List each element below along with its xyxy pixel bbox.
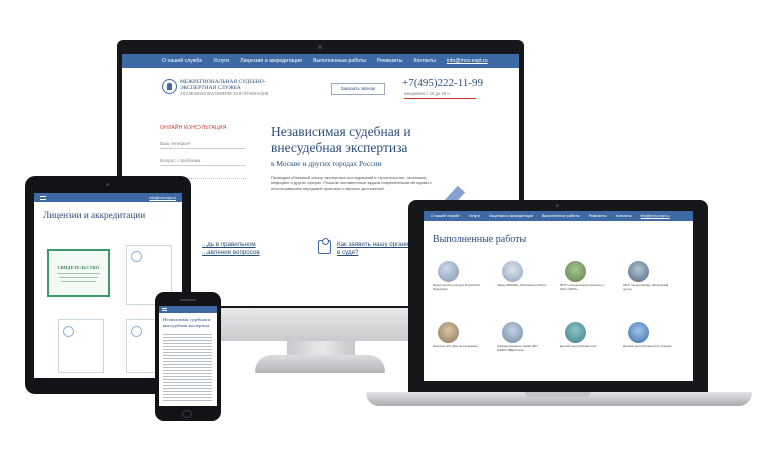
phone-text-block (163, 332, 212, 402)
work-thumbnail[interactable] (502, 261, 523, 282)
nav-item-email[interactable]: info@mcs-expt.ru (447, 58, 488, 64)
licenses-title: Лицензии и аккредитации (43, 210, 146, 220)
work-title[interactable]: Комплекс ЖК «Дом на Сухаревке» (433, 344, 483, 349)
work-thumbnail[interactable] (502, 322, 523, 343)
nav-item-contacts[interactable]: Контакты (413, 58, 435, 64)
certificate-heading: СВИДЕТЕЛЬСТВО (57, 265, 100, 270)
laptop-notch (525, 392, 591, 397)
working-hours: ежедневно с 10 до 19 ч. (404, 91, 451, 96)
tablet-email[interactable]: info@mcs-expt.ru (149, 196, 176, 200)
info-link-1[interactable]: ...дь в правильном ...авлении вопросов (202, 241, 260, 257)
work-title[interactable]: Завод «ВИНОВ», Московская область (497, 283, 547, 288)
certificate-seal-icon (131, 251, 142, 262)
work-title[interactable]: ФГУП «Специальный комплекс» с ОАО «ЭЗОП» (560, 283, 610, 291)
nav-item-licenses[interactable]: Лицензии и аккредитации (240, 58, 302, 64)
certificate-seal-icon (63, 326, 74, 337)
nav-item-about[interactable]: О нашей службе (162, 58, 202, 64)
phone-number[interactable]: +7(495)222-11-99 (402, 77, 483, 89)
header-divider (404, 98, 476, 99)
work-thumbnail[interactable] (628, 322, 649, 343)
phone-speaker-icon (180, 299, 196, 301)
nav-item-email[interactable]: info@mcs-expt.ru (641, 214, 670, 218)
nav-item-licenses[interactable]: Лицензии и аккредитации (489, 214, 533, 218)
laptop-screen: О нашей службе Услуги Лицензии и аккреди… (424, 211, 693, 381)
work-title[interactable]: Административное здание ФКУ ЦЭФЛС МВД Ро… (497, 344, 547, 352)
work-title[interactable]: ГБОУ города Москвы «Московский центр» (623, 283, 677, 291)
monitor-nav: О нашей службе Услуги Лицензии и аккреди… (122, 54, 519, 68)
work-thumbnail[interactable] (438, 261, 459, 282)
hero-title: Независимая судебная и внесудебная экспе… (271, 124, 411, 155)
laptop-nav: О нашей службе Услуги Лицензии и аккреди… (424, 211, 693, 221)
tablet-nav: info@mcs-expt.ru (34, 193, 182, 202)
phone-nav (159, 306, 217, 313)
callback-button[interactable]: Заказать звонок (331, 83, 385, 95)
work-thumbnail[interactable] (565, 322, 586, 343)
phone-screen: Независимая судебная и внесудебная экспе… (159, 306, 217, 406)
works-page-title: Выполненные работы (433, 234, 527, 245)
phone-field[interactable]: Ваш телефон* (160, 141, 246, 149)
certificate-large[interactable]: СВИДЕТЕЛЬСТВО (47, 249, 110, 297)
work-title[interactable]: Детский центр Москва-Сити, Кунцево (623, 344, 677, 349)
work-thumbnail[interactable] (438, 322, 459, 343)
nav-item-requisites[interactable]: Реквизиты (589, 214, 607, 218)
org-name: МЕЖРЕГИОНАЛЬНАЯ СУДЕБНО- ЭКСПЕРТНАЯ СЛУЖ… (180, 79, 269, 96)
monitor-stand-base (255, 355, 385, 373)
phone-heading: Независимая судебная и внесудебная экспе… (163, 317, 211, 328)
hero-subtitle: в Москве и других городах России (271, 159, 382, 168)
work-title[interactable]: Министерство культуры Российской Федерац… (433, 283, 483, 291)
work-title[interactable]: Детский центр Москва-Сити (560, 344, 610, 349)
question-field[interactable]: Вопрос / проблема (160, 158, 246, 166)
nav-item-works[interactable]: Выполненные работы (542, 214, 580, 218)
work-thumbnail[interactable] (628, 261, 649, 282)
hero-body: Проводим объемный спектр экспертных иссл… (271, 175, 432, 191)
tablet-camera-icon (106, 183, 109, 186)
laptop-webcam-icon (556, 204, 559, 207)
phone-home-button[interactable] (182, 410, 192, 418)
work-thumbnail[interactable] (565, 261, 586, 282)
court-icon (318, 238, 331, 254)
nav-item-requisites[interactable]: Реквизиты (377, 58, 402, 64)
nav-item-about[interactable]: О нашей службе (431, 214, 460, 218)
consult-title: ОНЛАЙН КОНСУЛЬТАЦИЯ (160, 125, 227, 131)
site-logo-emblem[interactable] (162, 79, 177, 94)
nav-item-contacts[interactable]: Контакты (616, 214, 632, 218)
webcam-icon (318, 45, 322, 49)
nav-item-services[interactable]: Услуги (213, 58, 229, 64)
phone-menu-icon[interactable] (162, 308, 167, 311)
menu-icon[interactable] (40, 195, 46, 200)
certificate-seal-icon (131, 326, 142, 337)
nav-item-works[interactable]: Выполненные работы (313, 58, 366, 64)
info-link-2[interactable]: Как заявить нашу органи... в суде? (337, 241, 414, 257)
nav-item-services[interactable]: Услуги (469, 214, 480, 218)
